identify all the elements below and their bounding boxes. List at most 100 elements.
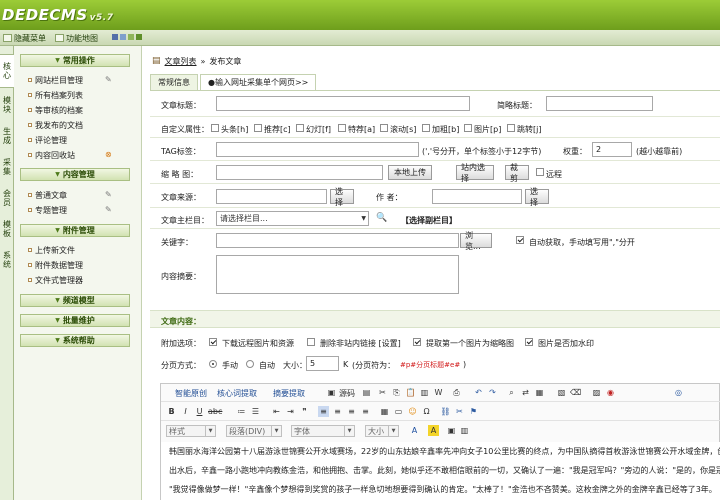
hide-menu-button[interactable]: 隐藏菜单 [3,32,46,44]
summary-extract-button[interactable]: 摘要提取 [273,387,305,399]
sidebar-item-topic-manage[interactable]: 专题管理 ✎ [28,204,128,216]
source-icon[interactable]: ▣ [326,387,337,398]
vtab-system[interactable]: 系统 [0,243,14,277]
text-color-icon[interactable]: A [409,425,420,436]
sidebar-item-recycle-bin[interactable]: 内容回收站 ⊗ [28,149,128,161]
skin-swatch-2[interactable] [120,34,126,40]
attr-h-checkbox[interactable] [211,124,219,132]
source-input[interactable] [216,189,327,204]
ordered-list-icon[interactable]: ≔ [236,406,247,417]
sidebar-group-system-help[interactable]: ▼ 系统帮助 [20,334,130,347]
auto-keywords-checkbox[interactable] [516,236,524,244]
attr-j-checkbox[interactable] [507,124,515,132]
attr-a-checkbox[interactable] [338,124,346,132]
local-upload-button[interactable]: 本地上传 [388,165,432,180]
smart-original-button[interactable]: 智能原创 [175,387,207,399]
sidebar-group-common[interactable]: ▼ 常用操作 [20,54,130,67]
remote-checkbox[interactable] [536,168,544,176]
strikethrough-icon[interactable]: abc [208,406,222,417]
special-char-icon[interactable]: Ω [421,406,432,417]
edit-icon[interactable]: ✎ [105,75,114,84]
author-input[interactable] [432,189,522,204]
paging-manual-radio[interactable] [209,360,217,368]
align-center-icon[interactable]: ≡ [332,406,343,417]
image-icon[interactable]: ▨ [591,387,602,398]
size-select[interactable]: 大小 ▼ [365,425,399,437]
background-color-icon[interactable]: A [428,425,439,436]
remove-links-checkbox[interactable] [307,338,315,346]
outdent-icon[interactable]: ⇤ [271,406,282,417]
align-right-icon[interactable]: ≡ [346,406,357,417]
sidebar-item-comments[interactable]: 评论管理 [28,134,128,146]
paging-size-input[interactable]: 5 [306,356,339,371]
unlink-icon[interactable]: ✂ [454,406,465,417]
breadcrumb-list-link[interactable]: 文章列表 [165,56,197,67]
replace-icon[interactable]: ⇄ [520,387,531,398]
attr-s-checkbox[interactable] [380,124,388,132]
bullet-list-icon[interactable]: ☰ [250,406,261,417]
tab-url-collect[interactable]: ●输入网址采集单个网页>> [200,74,317,90]
template-icon[interactable]: ▤ [361,387,372,398]
sidebar-item-my-docs[interactable]: 我发布的文档 [28,119,128,131]
cut-icon[interactable]: ✂ [377,387,388,398]
sidebar-group-batch-maintain[interactable]: ▼ 批量维护 [20,314,130,327]
sidebar-item-attachment-data[interactable]: 附件数据管理 [28,259,128,271]
underline-icon[interactable]: U [194,406,205,417]
undo-icon[interactable]: ↶ [473,387,484,398]
link-icon[interactable]: ⛓ [440,406,451,417]
sidebar-item-upload-file[interactable]: 上传新文件 [28,244,128,256]
sidebar-item-normal-article[interactable]: 普通文章 ✎ [28,189,128,201]
maximize-icon[interactable]: ▣ [446,425,457,436]
table-icon[interactable]: ▦ [379,406,390,417]
skin-swatch-3[interactable] [128,34,134,40]
skin-swatch-4[interactable] [136,34,142,40]
align-justify-icon[interactable]: ≡ [360,406,371,417]
vtab-module[interactable]: 模块 [0,88,14,122]
keywords-input[interactable] [216,233,459,248]
flash-icon[interactable]: ◉ [605,387,616,398]
paste-text-icon[interactable]: ▥ [419,387,430,398]
blockquote-icon[interactable]: ❞ [299,406,310,417]
horizontal-rule-icon[interactable]: ▭ [393,406,404,417]
sidebar-group-channel-model[interactable]: ▼ 频道模型 [20,294,130,307]
vtab-generate[interactable]: 生成 [0,119,14,153]
sub-column-link[interactable]: 【选择副栏目】 [401,215,457,226]
crop-button[interactable]: 裁剪 [505,163,529,183]
download-remote-checkbox[interactable] [209,338,217,346]
sidebar-item-column-manage[interactable]: 网站栏目管理 ✎ [28,74,128,86]
sidebar-item-all-docs[interactable]: 所有档案列表 [28,89,128,101]
find-icon[interactable]: ⌕ [506,387,517,398]
tab-general[interactable]: 常规信息 [150,74,198,90]
paging-auto-radio[interactable] [246,360,254,368]
attr-c-checkbox[interactable] [254,124,262,132]
thumbnail-input[interactable] [216,165,383,180]
copy-icon[interactable]: ⎘ [391,387,402,398]
sidebar-item-pending-docs[interactable]: 等审核的档案 [28,104,128,116]
search-icon[interactable]: 🔍 [376,213,387,223]
editor-content[interactable]: 韩国丽水海洋公园第十八届游泳世锦赛公开水域赛场，22岁的山东姑娘辛鑫率先冲向女子… [161,442,720,500]
paste-icon[interactable]: 📋 [405,387,416,398]
show-blocks-icon[interactable]: ▥ [459,425,470,436]
vtab-collect[interactable]: 采集 [0,150,14,184]
skin-swatch-1[interactable] [112,34,118,40]
indent-icon[interactable]: ⇥ [285,406,296,417]
sidebar-item-file-manager[interactable]: 文件式管理器 [28,274,128,286]
summary-textarea[interactable] [216,255,459,294]
anchor-icon[interactable]: ⚑ [468,406,479,417]
italic-icon[interactable]: I [180,406,191,417]
sidebar-group-content[interactable]: ▼ 内容管理 [20,168,130,181]
vtab-template[interactable]: 模板 [0,212,14,246]
spellcheck-icon[interactable]: ▧ [556,387,567,398]
column-select[interactable]: 请选择栏目... ▼ [216,211,369,226]
first-image-thumb-checkbox[interactable] [413,338,421,346]
about-icon[interactable]: ◎ [673,387,684,398]
smiley-icon[interactable]: ☺ [407,406,418,417]
edit-icon[interactable]: ✎ [105,190,114,199]
font-select[interactable]: 字体 ▼ [291,425,355,437]
attr-f-checkbox[interactable] [296,124,304,132]
attr-p-checkbox[interactable] [464,124,472,132]
keyword-extract-button[interactable]: 核心词提取 [217,387,257,399]
bold-icon[interactable]: B [166,406,177,417]
weight-input[interactable]: 2 [592,142,632,157]
source-button[interactable]: 源码 [339,387,355,399]
